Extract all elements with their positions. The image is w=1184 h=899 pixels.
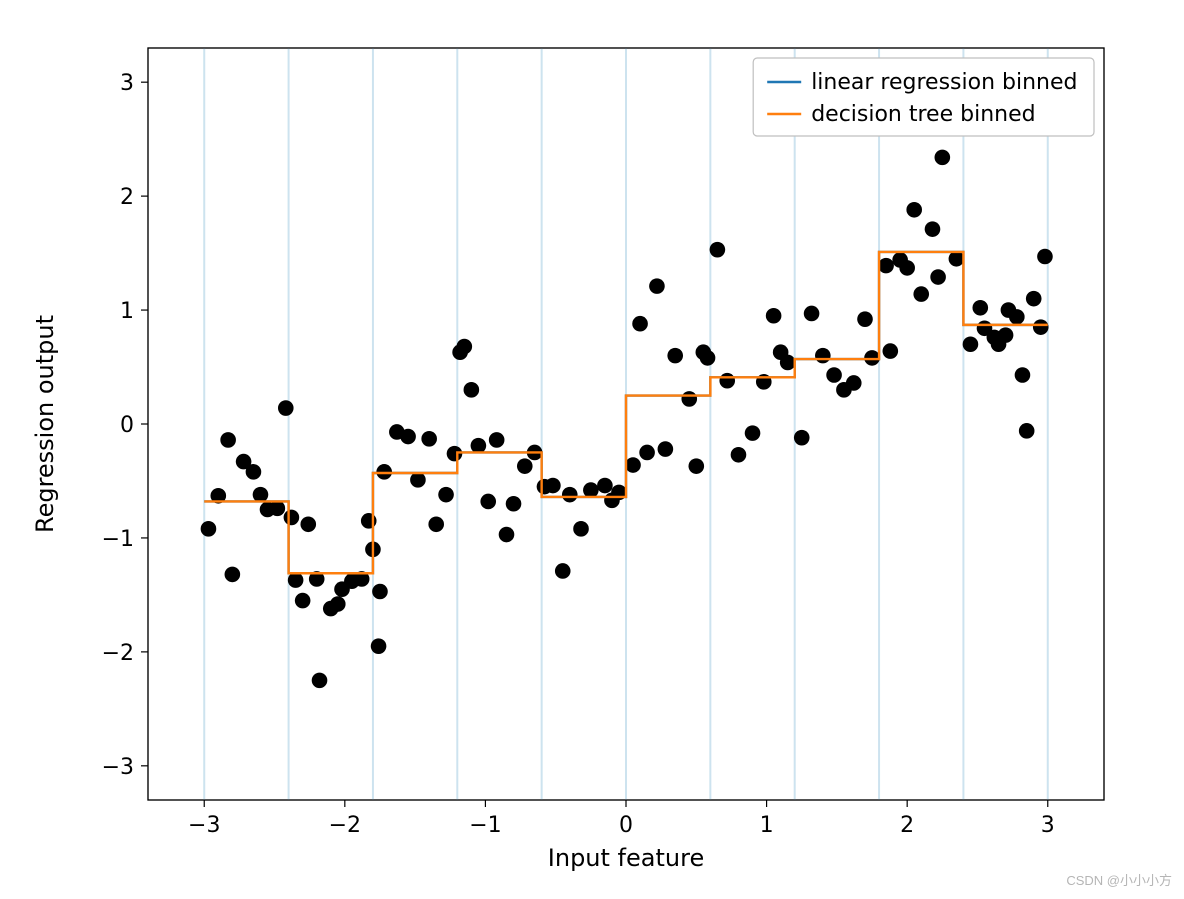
- data-point: [246, 464, 262, 480]
- data-point: [371, 638, 387, 654]
- data-point: [925, 221, 941, 237]
- data-point: [573, 521, 589, 537]
- data-point: [815, 348, 831, 364]
- data-point: [878, 258, 894, 274]
- data-point: [625, 457, 641, 473]
- data-point: [372, 584, 388, 600]
- data-point: [649, 278, 665, 294]
- legend-entry-label: decision tree binned: [811, 102, 1035, 127]
- data-point: [471, 438, 487, 454]
- y-tick-label: 0: [120, 413, 134, 438]
- y-axis-label: Regression output: [31, 315, 59, 533]
- data-point: [284, 510, 300, 526]
- data-point: [480, 494, 496, 510]
- data-point: [639, 445, 655, 461]
- data-point: [826, 367, 842, 383]
- y-tick-label: 3: [120, 71, 134, 96]
- x-tick-label: 3: [1041, 813, 1055, 838]
- y-tick-label: −3: [102, 755, 134, 780]
- x-tick-label: 2: [900, 813, 914, 838]
- y-tick-label: 2: [120, 185, 134, 210]
- data-point: [857, 311, 873, 327]
- x-tick-label: −3: [188, 813, 220, 838]
- data-point: [410, 472, 426, 488]
- data-point: [312, 673, 328, 689]
- data-point: [288, 572, 304, 588]
- data-point: [930, 269, 946, 285]
- data-point: [899, 260, 915, 276]
- y-tick-label: 1: [120, 299, 134, 324]
- data-point: [555, 563, 571, 579]
- data-point: [1033, 319, 1049, 335]
- data-point: [1019, 423, 1035, 439]
- x-tick-label: 0: [619, 813, 633, 838]
- data-point: [225, 567, 241, 583]
- data-point: [562, 487, 578, 503]
- data-point: [201, 521, 217, 537]
- data-point: [270, 501, 286, 517]
- data-point: [597, 478, 613, 494]
- data-point: [780, 355, 796, 371]
- data-point: [949, 251, 965, 267]
- data-point: [428, 516, 444, 532]
- data-point: [300, 516, 316, 532]
- data-point: [583, 482, 599, 498]
- data-point: [972, 300, 988, 316]
- data-point: [545, 478, 561, 494]
- data-point: [998, 327, 1014, 343]
- data-point: [658, 441, 674, 457]
- x-tick-label: 1: [760, 813, 774, 838]
- data-point: [700, 350, 716, 366]
- y-tick-label: −2: [102, 641, 134, 666]
- data-point: [1026, 291, 1042, 307]
- data-point: [517, 458, 533, 474]
- data-point: [794, 430, 810, 446]
- data-point: [499, 527, 515, 543]
- data-point: [361, 513, 377, 529]
- data-point: [489, 432, 505, 448]
- data-point: [632, 316, 648, 332]
- data-point: [731, 447, 747, 463]
- data-point: [457, 339, 473, 355]
- data-point: [804, 306, 820, 322]
- legend-entry-label: linear regression binned: [811, 70, 1077, 95]
- data-point: [400, 429, 416, 445]
- data-point: [667, 348, 683, 364]
- data-point: [1015, 367, 1031, 383]
- data-point: [464, 382, 480, 398]
- data-point: [963, 336, 979, 352]
- data-point: [688, 458, 704, 474]
- data-point: [745, 425, 761, 441]
- data-point: [719, 373, 735, 389]
- chart-svg: −3 −2 −1 0 1 2 3 −3 −2 −1 0 1 2 3 Input feature Regress…: [0, 0, 1184, 895]
- data-point: [766, 308, 782, 324]
- data-point: [710, 242, 726, 258]
- x-axis-label: Input feature: [548, 844, 704, 872]
- y-tick-label: −1: [102, 527, 134, 552]
- data-point: [220, 432, 236, 448]
- data-point: [846, 375, 862, 391]
- data-point: [295, 593, 311, 609]
- data-point: [330, 596, 346, 612]
- data-point: [883, 343, 899, 359]
- data-point: [1037, 249, 1053, 265]
- data-point: [1009, 309, 1025, 325]
- data-point: [906, 202, 922, 218]
- x-tick-label: −1: [469, 813, 501, 838]
- x-tick-label: −2: [329, 813, 361, 838]
- data-point: [421, 431, 437, 447]
- data-point: [438, 487, 454, 503]
- data-point: [935, 150, 951, 166]
- data-point: [913, 286, 929, 302]
- chart-container: −3 −2 −1 0 1 2 3 −3 −2 −1 0 1 2 3 Input feature Regress…: [0, 0, 1184, 895]
- data-point: [253, 487, 269, 503]
- data-point: [506, 496, 522, 512]
- data-point: [681, 391, 697, 407]
- data-point: [278, 400, 294, 416]
